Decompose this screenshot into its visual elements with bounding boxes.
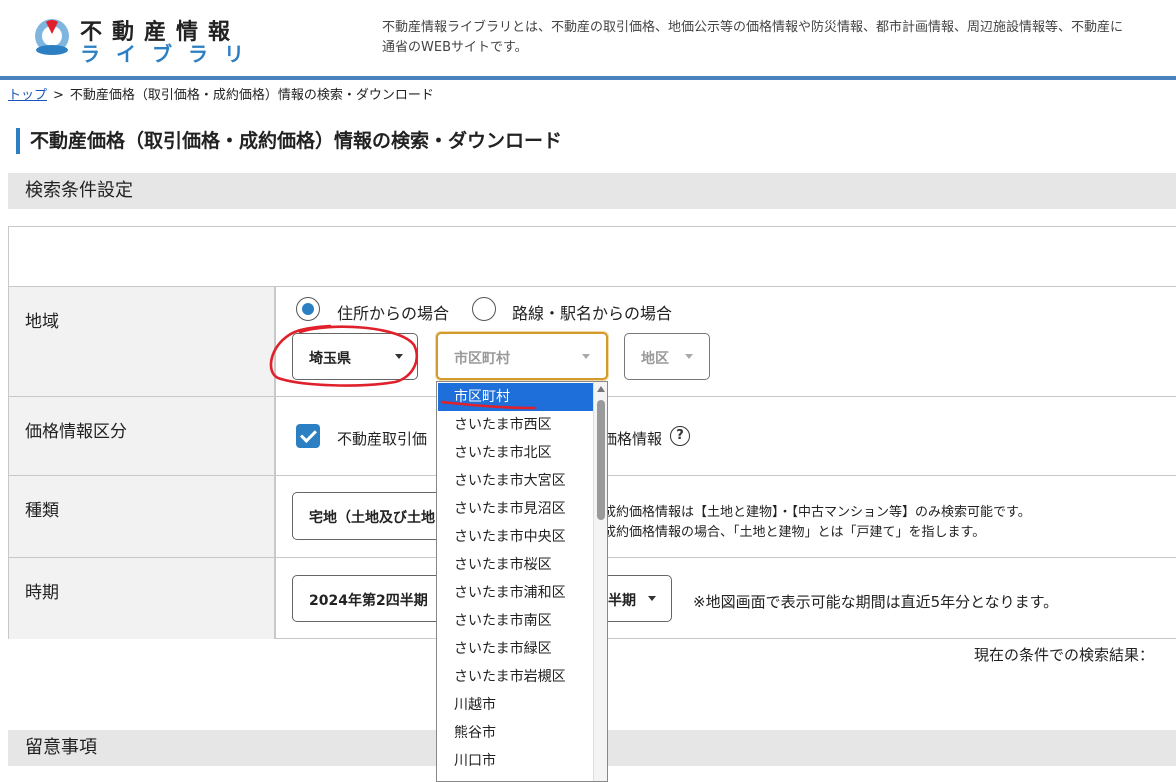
section-header-search: 検索条件設定 [8, 173, 1176, 209]
dropdown-option[interactable]: さいたま市北区 [438, 439, 593, 467]
kind-label: 種類 [9, 476, 276, 557]
dropdown-scrollbar[interactable] [593, 382, 607, 781]
radio-address[interactable] [296, 297, 320, 321]
breadcrumb-top-link[interactable]: トップ [8, 88, 47, 103]
chevron-down-icon [582, 354, 590, 359]
radio-station[interactable] [472, 297, 496, 321]
page-title: 不動産価格（取引価格・成約価格）情報の検索・ダウンロード [16, 128, 562, 154]
help-icon[interactable]: ? [670, 426, 690, 446]
kind-note-2: 成約価格情報の場合、「土地と建物」とは「戸建て」を指します。 [603, 525, 986, 540]
dropdown-option[interactable]: さいたま市西区 [438, 411, 593, 439]
scroll-thumb[interactable] [597, 400, 605, 520]
period-note: ※地図画面で表示可能な期間は直近5年分となります。 [693, 593, 1059, 611]
dropdown-option[interactable]: 川口市 [438, 747, 593, 775]
radio-station-label[interactable]: 路線・駅名からの場合 [512, 300, 672, 324]
city-select[interactable]: 市区町村 [436, 332, 608, 380]
kind-select[interactable]: 宅地（土地及び土地 [292, 492, 452, 540]
chevron-down-icon [648, 596, 656, 601]
radio-address-label[interactable]: 住所からの場合 [337, 300, 449, 324]
dropdown-option[interactable]: さいたま市中央区 [438, 523, 593, 551]
dropdown-option[interactable]: 市区町村 [438, 383, 593, 411]
logo-text-sub: ライブラリ [80, 42, 260, 66]
dropdown-option[interactable]: さいたま市緑区 [438, 635, 593, 663]
site-header: 不動産情報 ライブラリ 不動産情報ライブラリとは、不動産の取引価格、地価公示等の… [0, 0, 1176, 80]
district-select[interactable]: 地区 [624, 333, 710, 380]
dropdown-option[interactable]: さいたま市桜区 [438, 551, 593, 579]
checkbox-transaction-price[interactable] [296, 424, 320, 448]
search-result-count: 現在の条件での検索結果： [974, 646, 1155, 664]
header-description-line1: 不動産情報ライブラリとは、不動産の取引価格、地価公示等の価格情報や防災情報、都市… [382, 20, 1124, 35]
dropdown-option[interactable]: さいたま市浦和区 [438, 579, 593, 607]
prefecture-select[interactable]: 埼玉県 [292, 333, 418, 380]
prefecture-value: 埼玉県 [309, 351, 351, 367]
breadcrumb-separator: > [53, 88, 64, 103]
chevron-down-icon [685, 354, 693, 359]
dropdown-option[interactable]: 川越市 [438, 691, 593, 719]
breadcrumb: トップ > 不動産価格（取引価格・成約価格）情報の検索・ダウンロード [8, 84, 434, 103]
logo-mark-icon [35, 19, 69, 55]
header-description: 不動産情報ライブラリとは、不動産の取引価格、地価公示等の価格情報や防災情報、都市… [382, 18, 1176, 58]
header-description-line2: 通省のWEBサイトです。 [382, 40, 528, 55]
dropdown-option[interactable]: さいたま市南区 [438, 607, 593, 635]
breadcrumb-current: 不動産価格（取引価格・成約価格）情報の検索・ダウンロード [69, 88, 434, 103]
checkbox-transaction-price-label[interactable]: 不動産取引価 [337, 428, 427, 449]
site-logo[interactable]: 不動産情報 ライブラリ [30, 12, 250, 66]
form-empty-row [9, 227, 1176, 287]
chevron-down-icon [395, 354, 403, 359]
period-from-value: 2024年第2四半期 [309, 593, 428, 609]
kind-note-1: 成約価格情報は【土地と建物】・【中古マンション等】のみ検索可能です。 [603, 505, 1031, 520]
city-value: 市区町村 [454, 351, 510, 367]
region-label: 地域 [9, 287, 276, 396]
scroll-up-icon[interactable] [597, 386, 605, 392]
dropdown-option[interactable]: さいたま市岩槻区 [438, 663, 593, 691]
dropdown-option[interactable]: さいたま市大宮区 [438, 467, 593, 495]
dropdown-option[interactable]: 熊谷市 [438, 719, 593, 747]
period-from-select[interactable]: 2024年第2四半期 [292, 575, 452, 622]
city-dropdown-list[interactable]: 川口市 熊谷市 川越市 さいたま市岩槻区 さいたま市緑区 さいたま市南区 さいたま市浦和区さ… [436, 381, 608, 782]
kind-value: 宅地（土地及び土地 [309, 510, 435, 526]
price-type-label: 価格情報区分 [9, 397, 276, 475]
period-to-value: 半期 [608, 593, 636, 609]
district-value: 地区 [641, 351, 669, 367]
dropdown-option[interactable]: さいたま市見沼区 [438, 495, 593, 523]
checkbox-contract-price-label[interactable]: 価格情報 [602, 428, 662, 449]
period-label: 時期 [9, 558, 276, 639]
